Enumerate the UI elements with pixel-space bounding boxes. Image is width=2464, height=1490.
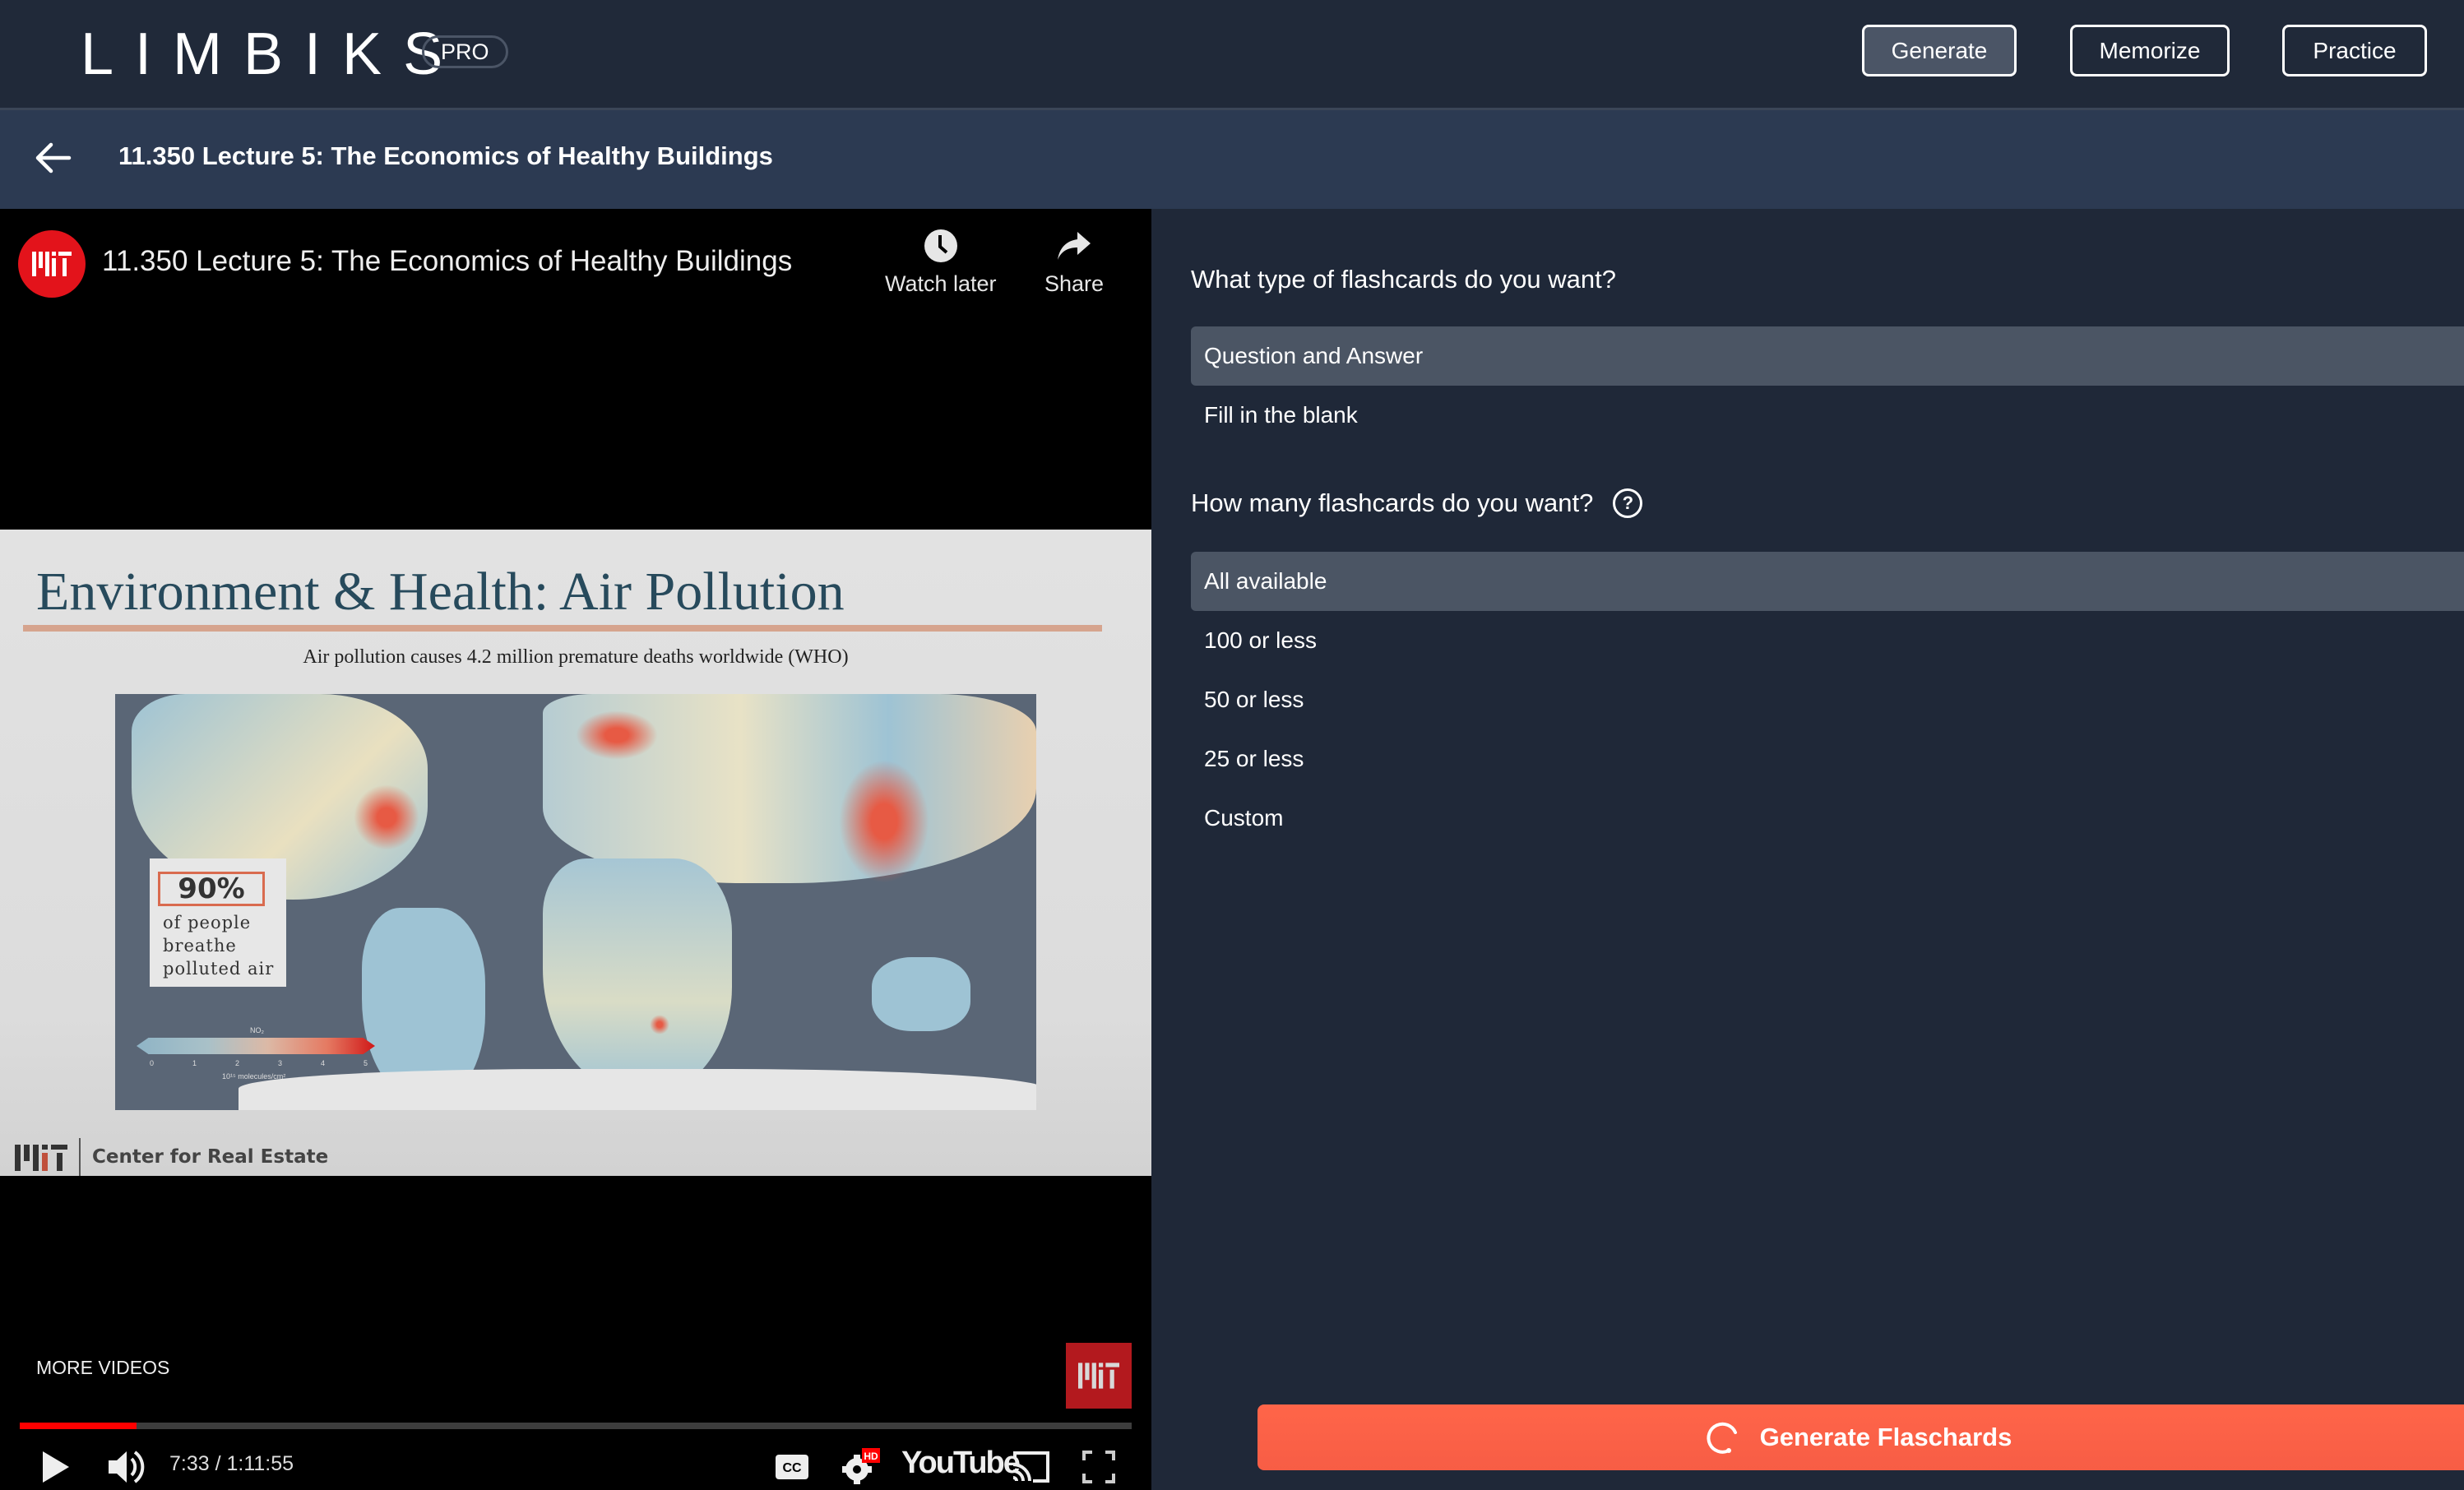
legend-colorbar [137,1038,375,1054]
legend-tick: 5 [364,1059,368,1067]
play-icon [43,1451,69,1483]
stat-line: breathe [163,936,237,956]
fullscreen-button[interactable] [1082,1442,1115,1490]
share-arrow-icon [1058,232,1091,260]
pollution-world-map: 90% of people breathe polluted air NO₂ 0… [115,694,1036,1110]
generate-flashcards-label: Generate Flaschards [1759,1423,2012,1451]
type-question-text: What type of flashcards do you want? [1191,265,1616,294]
play-button[interactable] [41,1442,71,1490]
slide-footer: Center for Real Estate [15,1138,328,1176]
top-bar: LIMBIKS PRO Generate Memorize Practice [0,0,2464,110]
slide-subtitle: Air pollution causes 4.2 million prematu… [303,646,849,668]
mit-logo-icon [15,1145,67,1171]
fullscreen-icon [1082,1451,1115,1483]
nav-generate-button[interactable]: Generate [1862,25,2017,76]
video-title[interactable]: 11.350 Lecture 5: The Economics of Healt… [102,245,792,278]
video-progress-bar[interactable] [20,1423,1132,1429]
stat-text: of people breathe polluted air [163,911,274,980]
pollution-hotspot [839,760,929,883]
channel-avatar[interactable] [18,230,86,298]
cast-button[interactable] [1010,1442,1051,1490]
count-question-text: How many flashcards do you want? [1191,488,1594,517]
volume-button[interactable] [107,1442,145,1490]
generate-flashcards-button[interactable]: Generate Flaschards [1257,1404,2464,1470]
type-option-fill-blank[interactable]: Fill in the blank [1191,386,2464,445]
stat-line: polluted air [163,959,275,979]
legend-tick: 0 [150,1059,155,1067]
mit-logo-icon [32,252,72,276]
gear-icon: HD [842,1448,880,1484]
pollution-hotspot [650,1015,669,1034]
africa [543,858,732,1097]
cast-icon [1012,1451,1049,1483]
pollution-hotspot [354,784,419,850]
legend-tick: 1 [192,1059,197,1067]
more-videos-link[interactable]: MORE VIDEOS [36,1357,169,1379]
nav-memorize-button[interactable]: Memorize [2070,25,2230,76]
pro-badge: PRO [422,35,508,68]
loading-spinner-icon [1707,1422,1737,1454]
stat-callout: 90% of people breathe polluted air [150,858,286,987]
legend-tick: 3 [278,1059,283,1067]
count-question-label: How many flashcards do you want? ? [1191,488,1643,518]
lecture-slide: Environment & Health: Air Pollution Air … [0,530,1151,1176]
mit-logo-icon [1078,1363,1119,1389]
slide-footer-text: Center for Real Estate [79,1138,328,1176]
type-question-label: What type of flashcards do you want? [1191,265,1616,294]
flashcard-options-panel: What type of flashcards do you want? Que… [1151,209,2464,1490]
watch-later-button[interactable]: Watch later [885,229,997,297]
legend-tick: 2 [235,1059,240,1067]
youtube-logo[interactable]: YouTube [901,1446,1021,1481]
legend-title: NO₂ [250,1026,264,1034]
pollution-hotspot [576,710,658,760]
type-option-question-answer[interactable]: Question and Answer [1191,326,2464,386]
stat-line: of people [163,913,252,932]
share-button[interactable]: Share [1044,229,1104,297]
settings-button[interactable]: HD [841,1442,882,1490]
channel-watermark[interactable] [1066,1343,1132,1409]
share-label: Share [1044,271,1105,296]
svg-text:CC: CC [782,1461,802,1475]
app-logo[interactable]: LIMBIKS [81,21,464,87]
slide-divider [23,625,1102,632]
back-button[interactable] [31,135,77,181]
page-header: 11.350 Lecture 5: The Economics of Healt… [0,110,2464,209]
hd-badge: HD [864,1451,878,1462]
count-option-custom[interactable]: Custom [1191,789,2464,848]
arrow-left-icon [35,142,72,174]
antarctica [239,1069,1036,1110]
stat-value: 90% [158,872,265,906]
australia [872,957,970,1031]
cc-icon: CC [776,1455,808,1479]
time-display: 7:33 / 1:11:55 [169,1452,294,1475]
legend-tick: 4 [321,1059,326,1067]
count-option-all[interactable]: All available [1191,552,2464,611]
video-progress-fill [20,1423,137,1429]
legend-unit: 10¹⁵ molecules/cm² [222,1072,286,1080]
count-option-100[interactable]: 100 or less [1191,611,2464,670]
count-option-25[interactable]: 25 or less [1191,729,2464,789]
watch-later-label: Watch later [885,271,997,296]
captions-button[interactable]: CC [775,1442,809,1490]
nav-practice-button[interactable]: Practice [2282,25,2427,76]
slide-title: Environment & Health: Air Pollution [36,562,845,622]
help-icon[interactable]: ? [1613,488,1643,518]
volume-icon [109,1451,145,1483]
clock-icon [924,229,957,262]
video-player[interactable]: 11.350 Lecture 5: The Economics of Healt… [0,209,1151,1490]
page-title: 11.350 Lecture 5: The Economics of Healt… [118,141,773,170]
count-option-50[interactable]: 50 or less [1191,670,2464,729]
